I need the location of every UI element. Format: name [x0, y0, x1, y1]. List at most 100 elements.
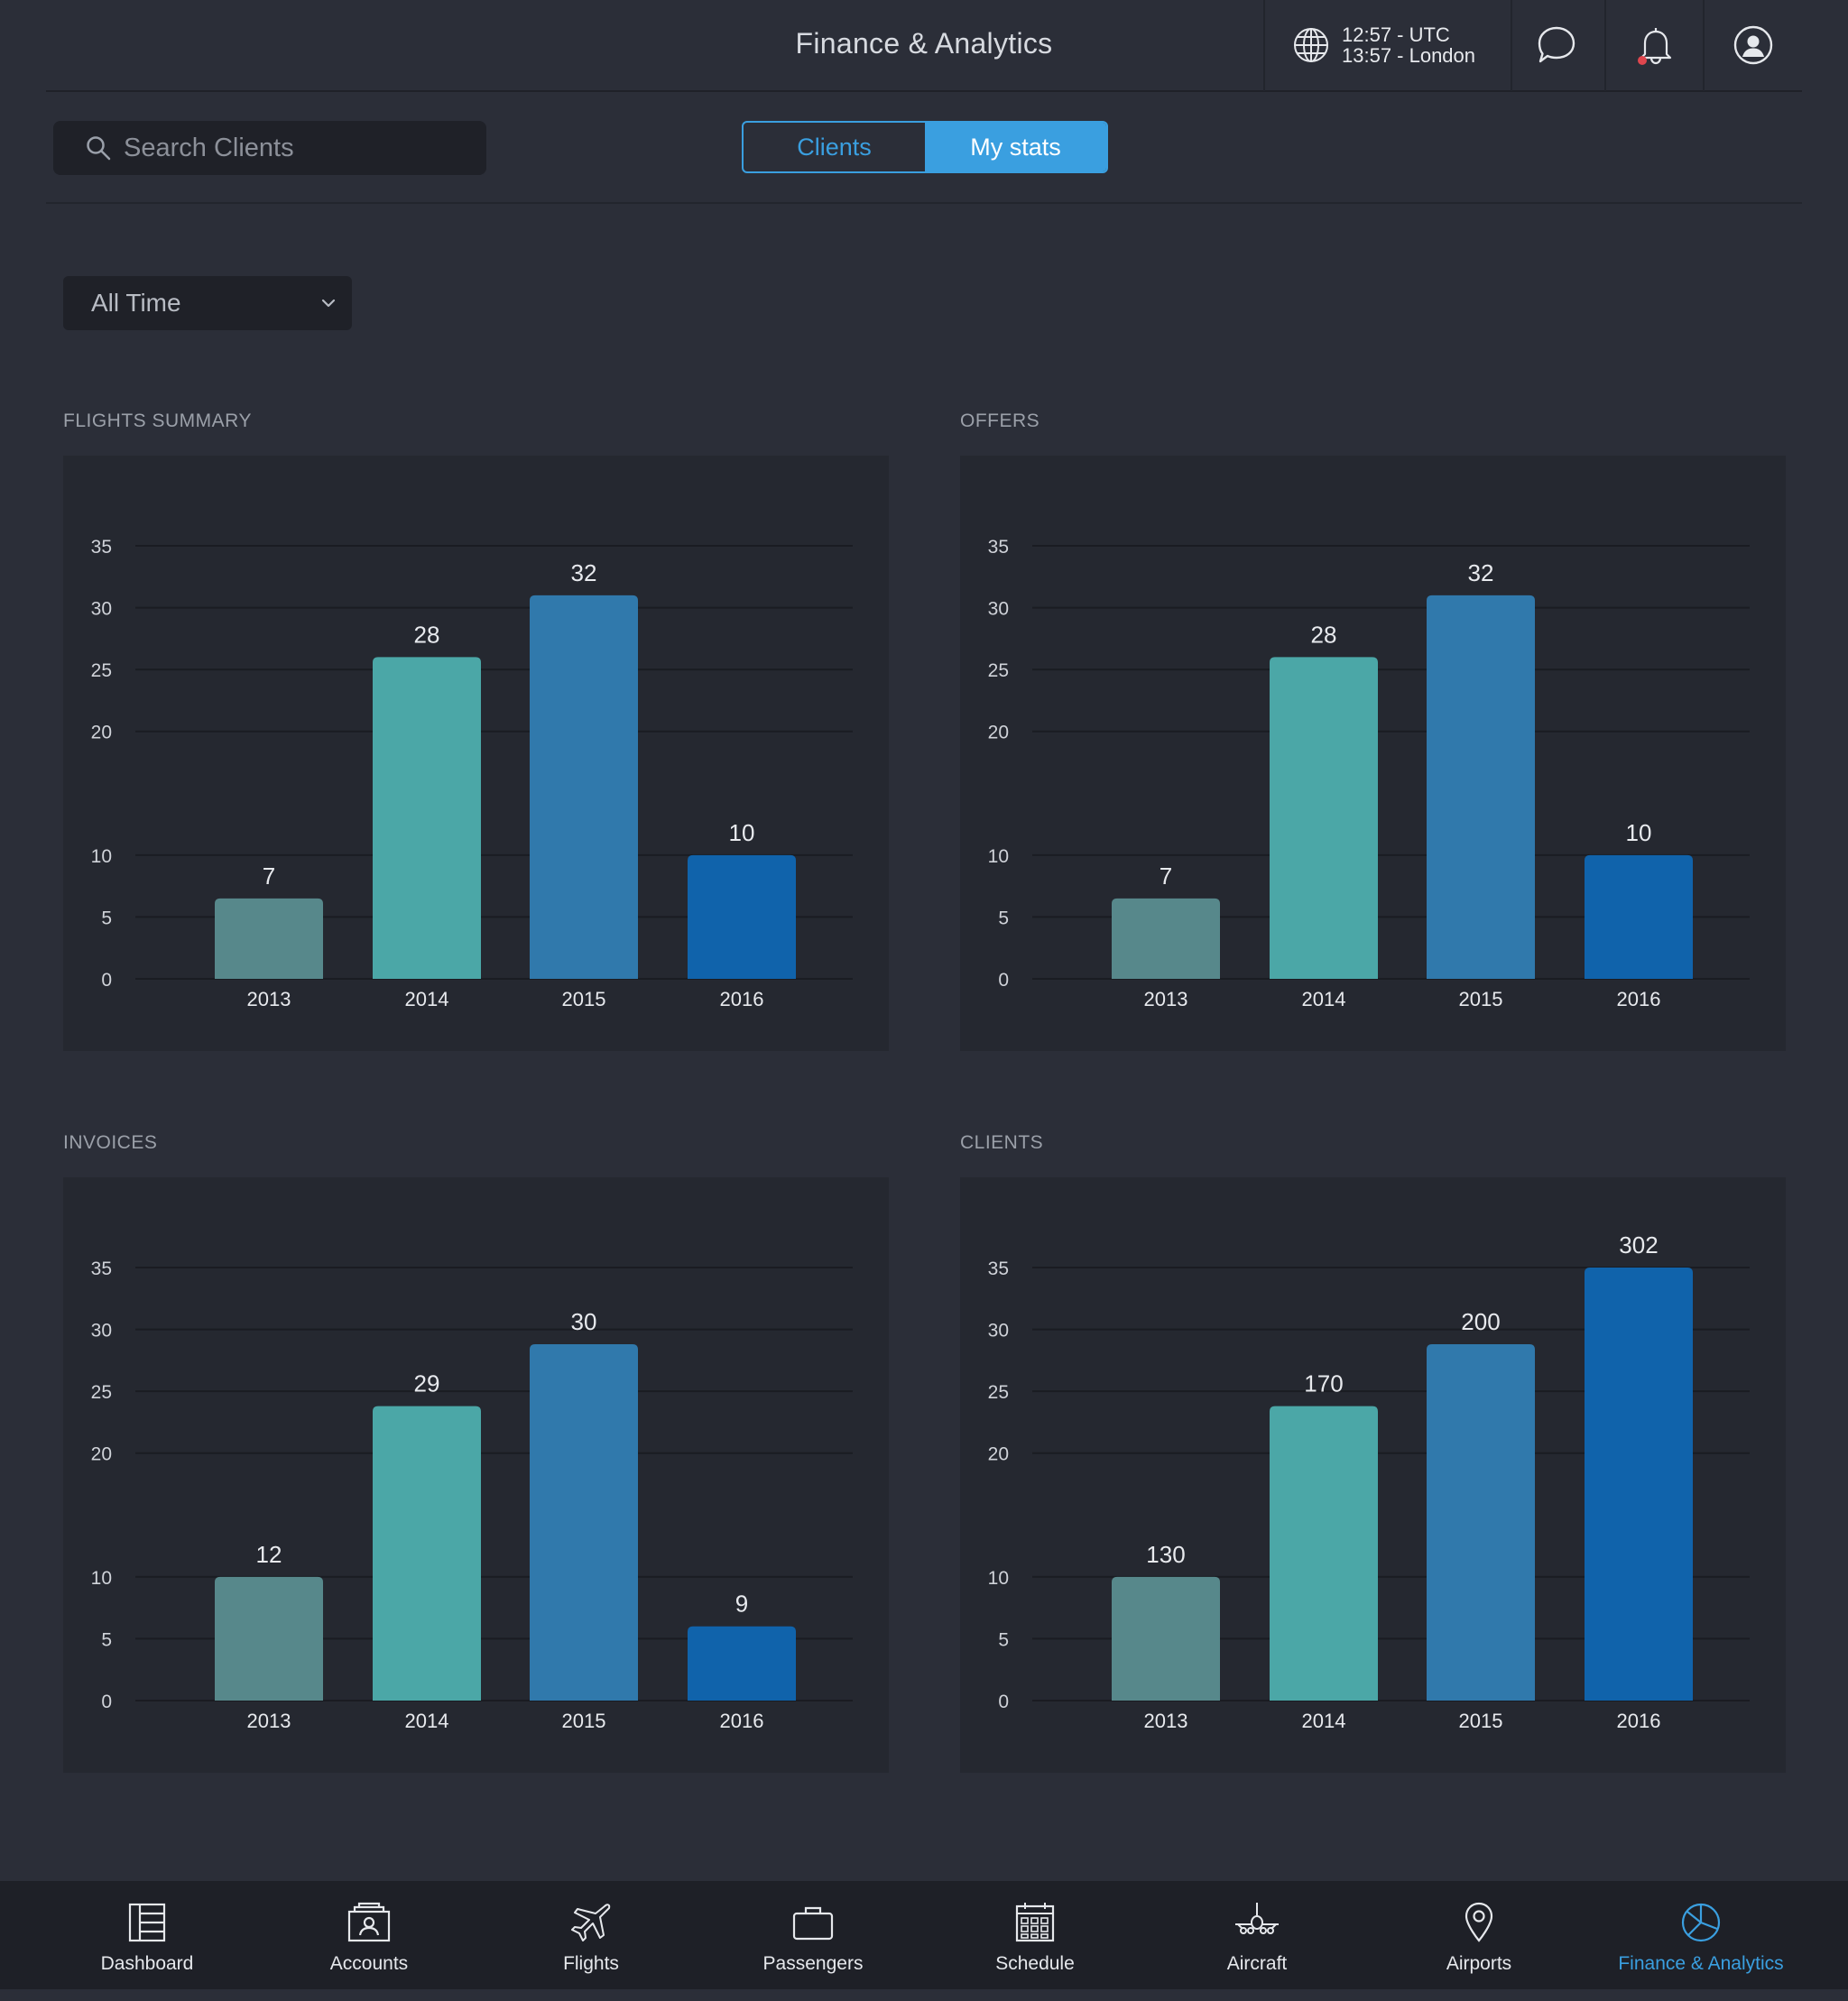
- nav-item-label: Finance & Analytics: [1618, 1953, 1784, 1974]
- x-tick-label: 2016: [1617, 1710, 1661, 1732]
- search-input[interactable]: Search Clients: [53, 121, 486, 175]
- bar[interactable]: [215, 1576, 323, 1701]
- x-tick-label: 2014: [405, 1710, 449, 1732]
- bar[interactable]: [530, 1344, 638, 1701]
- x-tick-label: 2013: [247, 1710, 291, 1732]
- bar[interactable]: [688, 854, 796, 979]
- chart-panel-clients: 0 5 10 20 25 30 35 130 2013 170 2014 200 2015 302 2016: [960, 1177, 1786, 1773]
- search-icon: [87, 136, 111, 161]
- chart-title: FLIGHTS SUMMARY: [63, 410, 252, 431]
- calendar-icon: [1015, 1903, 1055, 1942]
- pie-chart-icon: [1681, 1903, 1721, 1942]
- y-tick-label: 10: [91, 1568, 112, 1589]
- data-label: 28: [1311, 621, 1337, 648]
- chat-icon[interactable]: [1535, 23, 1578, 67]
- data-label: 302: [1619, 1231, 1658, 1259]
- chart-panel-flights: 0 5 10 20 25 30 35 7 2013 28 2014 32 2015 10 2016: [63, 456, 889, 1051]
- data-label: 10: [1626, 819, 1652, 846]
- x-tick-label: 2015: [562, 1710, 606, 1732]
- time-range-select[interactable]: All Time: [63, 276, 352, 330]
- y-tick-label: 35: [91, 537, 112, 558]
- data-label: 28: [414, 621, 440, 648]
- globe-icon: [1294, 28, 1328, 62]
- bar[interactable]: [215, 898, 323, 979]
- y-tick-label: 25: [988, 660, 1009, 681]
- x-tick-label: 2015: [1459, 1710, 1503, 1732]
- chart-panel-offers: 0 5 10 20 25 30 35 7 2013 28 2014 32 2015 10 2016: [960, 456, 1786, 1051]
- chart-panel-invoices: 0 5 10 20 25 30 35 12 2013 29 2014 30 2015 9 2016: [63, 1177, 889, 1773]
- nav-item-label: Passengers: [762, 1953, 864, 1974]
- nav-item-passengers[interactable]: Passengers: [702, 1881, 924, 1989]
- x-tick-label: 2014: [1302, 988, 1346, 1010]
- y-tick-label: 10: [988, 846, 1009, 867]
- bar[interactable]: [1585, 854, 1693, 979]
- bell-icon[interactable]: [1634, 23, 1677, 67]
- nav-item-label: Dashboard: [100, 1953, 194, 1974]
- data-label: 32: [1468, 559, 1494, 586]
- y-tick-label: 5: [998, 1629, 1009, 1650]
- y-tick-label: 0: [998, 1692, 1009, 1712]
- tab-my-stats[interactable]: My stats: [925, 123, 1106, 171]
- header-divider: [1511, 0, 1512, 91]
- nav-item-airports[interactable]: Airports: [1368, 1881, 1590, 1989]
- data-label: 130: [1146, 1541, 1185, 1568]
- bar[interactable]: [688, 1626, 796, 1701]
- data-label: 7: [1160, 862, 1172, 890]
- y-tick-label: 30: [988, 1321, 1009, 1342]
- y-tick-label: 30: [91, 599, 112, 620]
- bar[interactable]: [1270, 1406, 1378, 1701]
- x-tick-label: 2014: [1302, 1710, 1346, 1732]
- y-tick-label: 35: [91, 1259, 112, 1279]
- bar[interactable]: [373, 1406, 481, 1701]
- map-pin-icon: [1465, 1902, 1493, 1942]
- y-tick-label: 5: [101, 1629, 112, 1650]
- nav-item-dashboard[interactable]: Dashboard: [36, 1881, 258, 1989]
- nav-item-finance-analytics[interactable]: Finance & Analytics: [1590, 1881, 1812, 1989]
- x-tick-label: 2016: [720, 988, 764, 1010]
- user-avatar-icon[interactable]: [1732, 23, 1775, 67]
- briefcase-icon: [792, 1906, 834, 1941]
- aircraft-icon: [1235, 1903, 1279, 1934]
- time-range-value: All Time: [91, 289, 181, 317]
- bar[interactable]: [1427, 1344, 1535, 1701]
- world-clock[interactable]: 12:57 - UTC 13:57 - London: [1293, 0, 1555, 90]
- y-tick-label: 20: [988, 1444, 1009, 1465]
- y-tick-label: 5: [998, 908, 1009, 928]
- y-tick-label: 5: [101, 908, 112, 928]
- nav-item-aircraft[interactable]: Aircraft: [1146, 1881, 1368, 1989]
- y-tick-label: 0: [101, 970, 112, 991]
- notification-dot: [1638, 56, 1647, 65]
- bar[interactable]: [373, 657, 481, 979]
- bottom-nav: Dashboard Accounts Flights Passengers Sc…: [0, 1881, 1848, 1989]
- bar[interactable]: [1585, 1268, 1693, 1701]
- data-label: 12: [256, 1541, 282, 1568]
- bar[interactable]: [1427, 595, 1535, 979]
- top-header: Finance & Analytics 12:57 - UTC 13:57 - …: [46, 0, 1802, 92]
- bar[interactable]: [1112, 898, 1220, 979]
- bar[interactable]: [530, 595, 638, 979]
- bar-chart: 0 5 10 20 25 30 35 7 2013 28 2014 32 2015 10 2016: [91, 537, 853, 1010]
- search-placeholder: Search Clients: [124, 133, 294, 162]
- y-tick-label: 10: [988, 1568, 1009, 1589]
- y-tick-label: 0: [998, 970, 1009, 991]
- nav-item-label: Airports: [1446, 1953, 1512, 1974]
- nav-item-label: Flights: [563, 1953, 619, 1974]
- y-tick-label: 20: [91, 723, 112, 743]
- dashboard-icon: [128, 1903, 166, 1942]
- nav-item-accounts[interactable]: Accounts: [258, 1881, 480, 1989]
- y-tick-label: 30: [988, 599, 1009, 620]
- nav-item-flights[interactable]: Flights: [480, 1881, 702, 1989]
- chart-title: INVOICES: [63, 1132, 158, 1153]
- y-tick-label: 35: [988, 1259, 1009, 1279]
- x-tick-label: 2013: [1144, 1710, 1188, 1732]
- x-tick-label: 2013: [1144, 988, 1188, 1010]
- bar[interactable]: [1270, 657, 1378, 979]
- chart-title: CLIENTS: [960, 1132, 1044, 1153]
- y-tick-label: 0: [101, 1692, 112, 1712]
- tab-clients[interactable]: Clients: [744, 123, 925, 171]
- bar[interactable]: [1112, 1576, 1220, 1701]
- nav-item-schedule[interactable]: Schedule: [924, 1881, 1146, 1989]
- bar-chart: 0 5 10 20 25 30 35 130 2013 170 2014 200 2015 302 2016: [988, 1231, 1750, 1732]
- data-label: 32: [571, 559, 597, 586]
- y-tick-label: 20: [91, 1444, 112, 1465]
